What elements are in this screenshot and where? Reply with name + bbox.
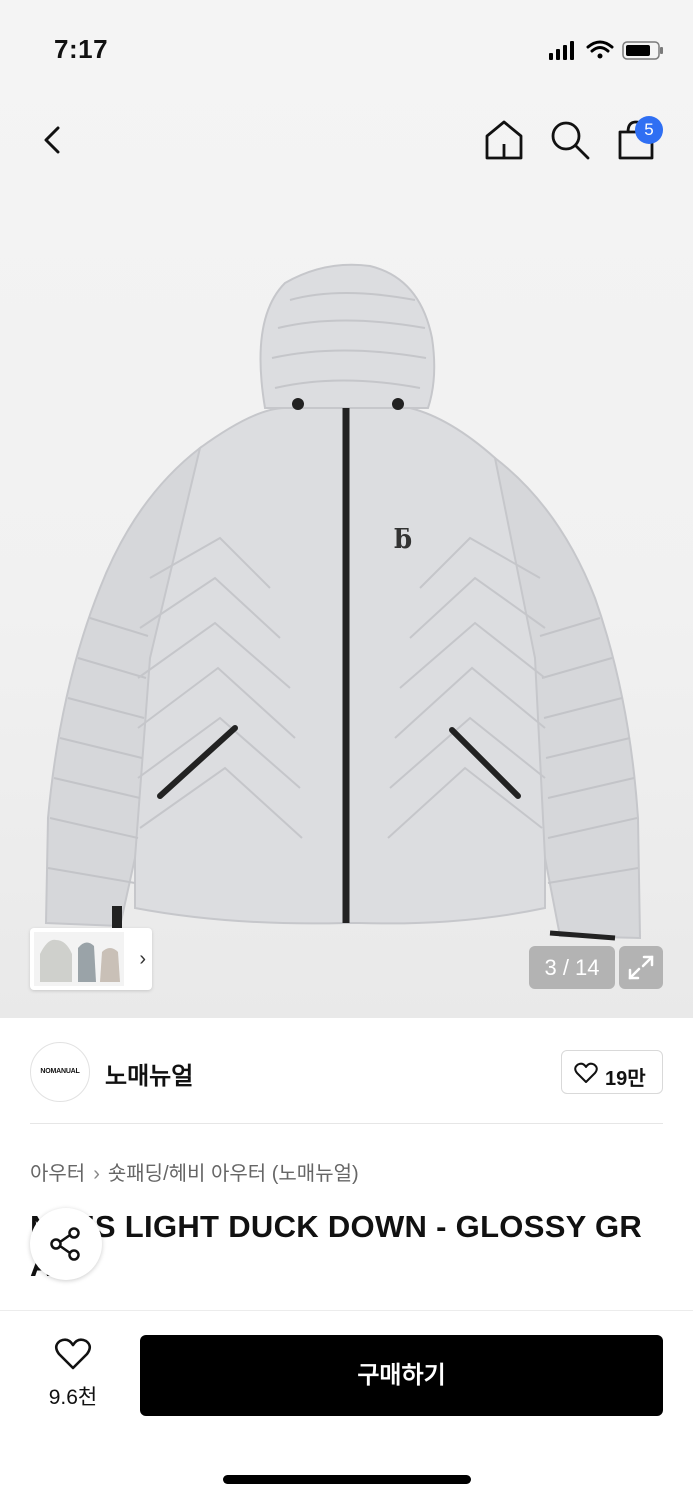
breadcrumb-separator-icon: ›	[93, 1163, 100, 1185]
buy-button[interactable]: 구매하기	[140, 1335, 663, 1416]
image-page-counter: 3 / 14	[529, 946, 615, 989]
home-indicator[interactable]	[223, 1475, 471, 1484]
expand-button[interactable]	[619, 946, 663, 989]
thumbnail-strip[interactable]: ›	[30, 928, 152, 990]
breadcrumb: 아우터 › 숏패딩/헤비 아우터 (노매뉴얼)	[30, 1157, 359, 1186]
chevron-right-icon: ›	[139, 948, 146, 970]
product-title-area: N··ES LIGHT DUCK DOWN - GLOSSY GR A	[0, 1200, 693, 1295]
status-time: 7:17	[54, 34, 109, 64]
back-arrow-icon[interactable]	[30, 116, 78, 164]
brand-logo[interactable]: NOMANUAL	[30, 1042, 90, 1102]
status-icons	[549, 40, 663, 60]
signal-icon	[549, 41, 574, 60]
breadcrumb-item-category[interactable]: 숏패딩/헤비 아우터 (노매뉴얼)	[108, 1163, 359, 1185]
status-bar: 7:17	[0, 0, 693, 100]
breadcrumb-item-outer[interactable]: 아우터	[30, 1163, 85, 1185]
product-title: N··ES LIGHT DUCK DOWN - GLOSSY GR	[30, 1209, 643, 1244]
divider	[30, 1123, 663, 1124]
brand-row: NOMANUAL 노매뉴얼 19만	[30, 1040, 663, 1122]
share-icon	[50, 1227, 80, 1261]
heart-outline-icon	[54, 1338, 92, 1370]
brand-name[interactable]: 노매뉴얼	[105, 1056, 193, 1091]
share-button[interactable]	[30, 1208, 102, 1280]
purchase-bar: 9.6천 구매하기	[0, 1310, 693, 1500]
battery-icon	[622, 41, 663, 60]
wifi-icon	[586, 40, 614, 59]
heart-icon	[574, 1062, 598, 1083]
chest-logo: ƃ	[394, 525, 412, 555]
search-icon[interactable]	[546, 116, 594, 164]
wishlist-count: 9.6천	[48, 1386, 98, 1409]
thumbnail-image	[34, 932, 124, 986]
brand-like-button[interactable]: 19만	[561, 1050, 663, 1094]
cart-count-badge: 5	[635, 116, 663, 144]
wishlist-button[interactable]: 9.6천	[30, 1337, 116, 1413]
expand-icon	[628, 955, 654, 980]
top-navigation	[0, 110, 693, 174]
product-gallery[interactable]: 7:17 5 ƃ › 3 / 14	[0, 0, 693, 1018]
product-image[interactable]: ƃ	[40, 258, 650, 948]
home-icon[interactable]	[480, 116, 528, 164]
brand-like-count: 19만	[605, 1068, 646, 1090]
